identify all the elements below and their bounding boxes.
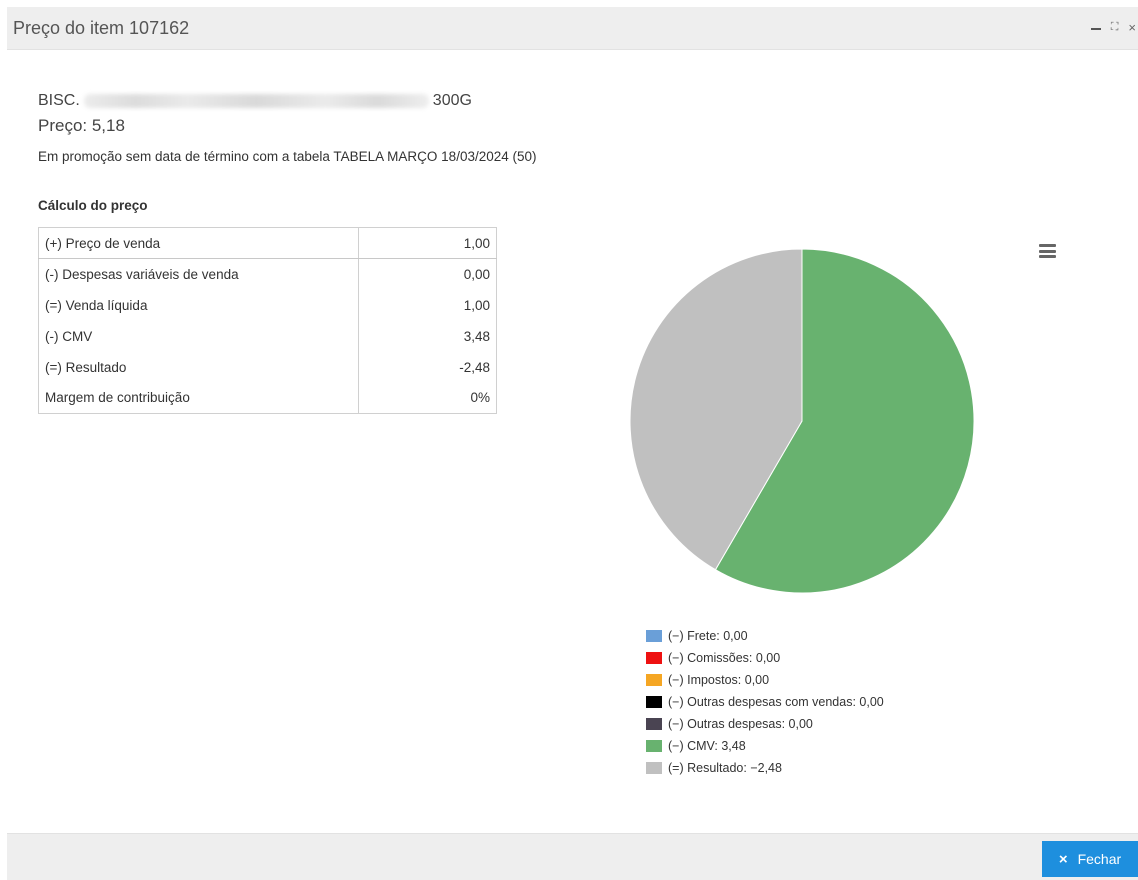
legend-swatch — [646, 762, 662, 774]
close-button[interactable]: × Fechar — [1042, 841, 1138, 877]
price-modal: Preço do item 107162 ⛶ × BISC. 300G Preç… — [7, 7, 1138, 880]
legend-swatch — [646, 630, 662, 642]
legend-item[interactable]: (−) Impostos: 0,00 — [646, 669, 884, 691]
close-icon: × — [1058, 850, 1068, 868]
modal-footer: × Fechar — [7, 833, 1138, 880]
pie-chart — [629, 248, 975, 594]
legend-item[interactable]: (−) Outras despesas: 0,00 — [646, 713, 884, 735]
legend-item[interactable]: (−) CMV: 3,48 — [646, 735, 884, 757]
legend-item[interactable]: (−) Frete: 0,00 — [646, 625, 884, 647]
legend-label: (−) Comissões: 0,00 — [668, 651, 781, 665]
close-button-label: Fechar — [1077, 851, 1122, 867]
legend-label: (−) Outras despesas com vendas: 0,00 — [668, 695, 884, 709]
legend-swatch — [646, 718, 662, 730]
chart-legend: (−) Frete: 0,00 (−) Comissões: 0,00 (−) … — [646, 625, 884, 779]
legend-swatch — [646, 740, 662, 752]
legend-item[interactable]: (=) Resultado: −2,48 — [646, 757, 884, 779]
legend-item[interactable]: (−) Comissões: 0,00 — [646, 647, 884, 669]
legend-label: (−) CMV: 3,48 — [668, 739, 746, 753]
legend-label: (−) Impostos: 0,00 — [668, 673, 770, 687]
legend-swatch — [646, 674, 662, 686]
legend-swatch — [646, 652, 662, 664]
legend-label: (=) Resultado: −2,48 — [668, 761, 782, 775]
legend-swatch — [646, 696, 662, 708]
legend-label: (−) Outras despesas: 0,00 — [668, 717, 813, 731]
legend-label: (−) Frete: 0,00 — [668, 629, 748, 643]
legend-item[interactable]: (−) Outras despesas com vendas: 0,00 — [646, 691, 884, 713]
